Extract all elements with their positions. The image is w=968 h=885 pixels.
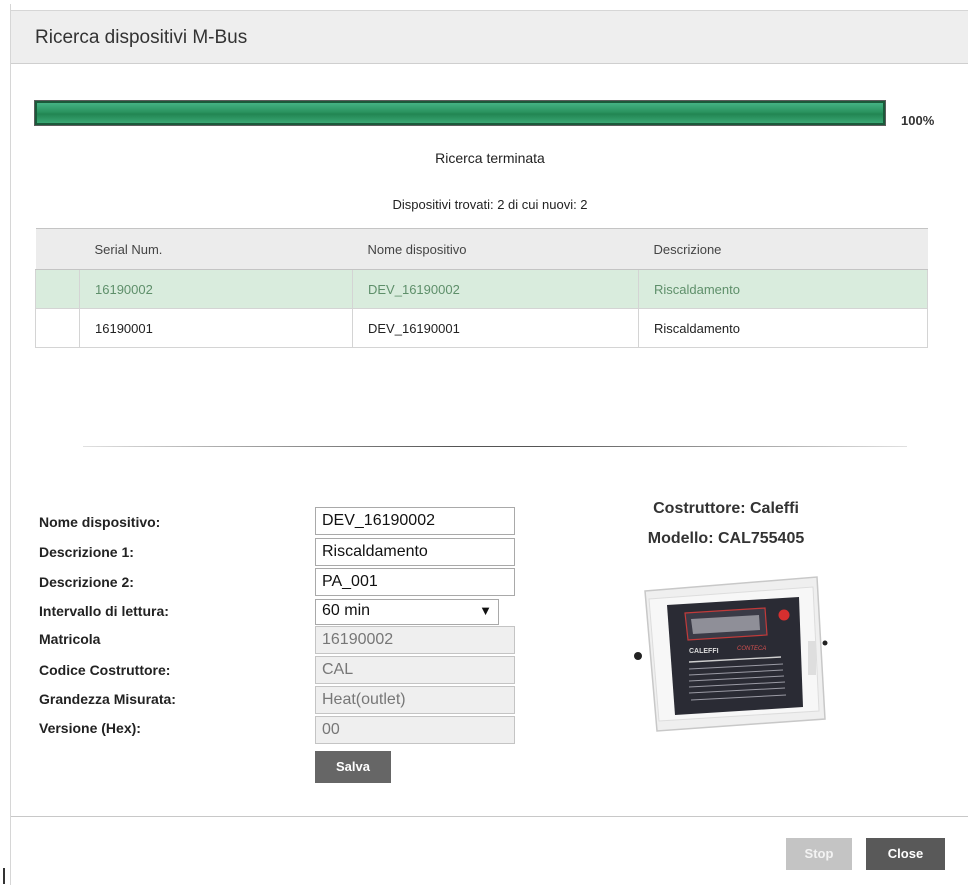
search-progress-bar: [34, 100, 886, 126]
label-read-interval: Intervallo di lettura:: [39, 603, 169, 619]
version-readonly-field: [315, 716, 515, 744]
row-device-name: DEV_16190001: [352, 308, 639, 348]
serial-readonly-field: [315, 626, 515, 654]
search-status-message: Ricerca terminata: [435, 150, 545, 166]
dialog-title: Ricerca dispositivi M-Bus: [35, 27, 248, 48]
table-row[interactable]: 16190002 DEV_16190002 Riscaldamento: [35, 269, 928, 309]
measured-quantity-readonly-field: [315, 686, 515, 714]
header-device-name[interactable]: Nome dispositivo: [352, 228, 639, 270]
label-manufacturer-code: Codice Costruttore:: [39, 662, 171, 678]
header-serial[interactable]: Serial Num.: [79, 228, 353, 270]
dialog-titlebar: Ricerca dispositivi M-Bus: [11, 10, 968, 64]
read-interval-value: 60 min: [322, 602, 371, 619]
device-name-input[interactable]: [315, 507, 515, 535]
row-serial: 16190001: [79, 308, 353, 348]
section-divider: [83, 446, 907, 447]
row-serial: 16190002: [79, 269, 353, 309]
label-serial: Matricola: [39, 631, 101, 647]
devices-found-count: Dispositivi trovati: 2 di cui nuovi: 2: [392, 197, 588, 212]
device-model: Modello: CAL755405: [647, 530, 805, 547]
device-manufacturer: Costruttore: Caleffi: [653, 500, 799, 517]
device-brand-text: CALEFFI: [689, 648, 719, 655]
label-version-hex: Versione (Hex):: [39, 720, 141, 736]
row-select-cell[interactable]: [35, 269, 80, 309]
label-description-1: Descrizione 1:: [39, 544, 134, 560]
label-description-2: Descrizione 2:: [39, 574, 134, 590]
progress-fill: [35, 101, 885, 125]
text-cursor: [3, 868, 5, 884]
description-1-input[interactable]: [315, 538, 515, 566]
heat-meter-device-icon: CALEFFI CONTECA: [634, 576, 828, 732]
save-button[interactable]: Salva: [315, 751, 391, 783]
close-button[interactable]: Close: [866, 838, 945, 870]
row-description: Riscaldamento: [638, 308, 928, 348]
dropdown-arrow-icon: ▼: [479, 603, 492, 618]
table-row[interactable]: 16190001 DEV_16190001 Riscaldamento: [35, 308, 928, 348]
description-2-input[interactable]: [315, 568, 515, 596]
row-device-name: DEV_16190002: [352, 269, 639, 309]
header-select-column: [35, 228, 80, 270]
footer-divider: [11, 816, 968, 817]
table-header-row: Serial Num. Nome dispositivo Descrizione: [35, 228, 928, 270]
progress-percent: 100%: [901, 113, 935, 128]
manufacturer-code-readonly-field: [315, 656, 515, 684]
stop-button[interactable]: Stop: [786, 838, 852, 870]
read-interval-select[interactable]: 60 min ▼: [315, 599, 499, 625]
device-product-text: CONTECA: [737, 646, 766, 652]
row-description: Riscaldamento: [638, 269, 928, 309]
label-measured-quantity: Grandezza Misurata:: [39, 691, 176, 707]
mbus-search-dialog: Ricerca dispositivi M-Bus 100% Ricerca t…: [10, 4, 968, 885]
row-select-cell[interactable]: [35, 308, 80, 348]
devices-table: Serial Num. Nome dispositivo Descrizione…: [35, 228, 928, 348]
label-device-name: Nome dispositivo:: [39, 514, 161, 530]
header-description[interactable]: Descrizione: [638, 228, 928, 270]
